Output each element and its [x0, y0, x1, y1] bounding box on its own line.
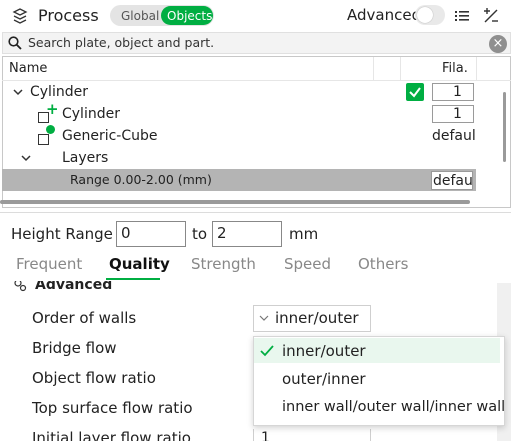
to-label: to [192, 225, 208, 243]
active-tab-underline [106, 278, 160, 280]
initial-layer-flow-input[interactable] [253, 429, 371, 441]
tab-others[interactable]: Others [358, 257, 408, 272]
dropdown-option-inner-outer-inner[interactable]: inner wall/outer wall/inner wall [282, 400, 505, 415]
height-range-label: Height Range [11, 225, 113, 243]
setting-label-order-of-walls: Order of walls [32, 309, 137, 327]
filament-field[interactable]: 1 [432, 83, 474, 101]
column-divider [373, 57, 374, 80]
advanced-label: Advanced [347, 6, 422, 24]
search-icon [8, 36, 22, 50]
list-item[interactable]: Cylinder [62, 107, 120, 121]
clear-search-icon[interactable]: × [489, 35, 507, 53]
search-input[interactable]: Search plate, object and part. [28, 36, 214, 50]
chevron-down-icon[interactable] [20, 152, 32, 164]
advanced-section-icon [14, 281, 27, 292]
dropdown-option-inner-outer[interactable]: inner/outer [282, 344, 366, 359]
modifier-dot-icon [46, 125, 55, 134]
tab-frequent[interactable]: Frequent [16, 257, 82, 272]
check-icon [260, 345, 274, 357]
setting-label-initial-layer-flow-ratio: Initial layer flow ratio [32, 429, 191, 441]
objects-toggle-label[interactable]: Objects [167, 10, 212, 22]
process-title: Process [38, 6, 99, 25]
vertical-scrollbar[interactable] [503, 92, 506, 162]
setting-label-object-flow-ratio: Object flow ratio [32, 369, 156, 387]
dropdown-option-outer-inner[interactable]: outer/inner [282, 372, 366, 387]
initial-layer-flow-value: 1 [261, 430, 270, 441]
list-settings-icon[interactable] [454, 8, 470, 24]
filament-field[interactable]: default [431, 171, 473, 190]
process-layers-icon [12, 8, 28, 24]
global-toggle-label[interactable]: Global [121, 10, 159, 22]
setting-label-bridge-flow: Bridge flow [32, 339, 117, 357]
filament-field[interactable]: 1 [432, 105, 474, 123]
tab-quality[interactable]: Quality [109, 257, 170, 272]
height-from-input[interactable]: 0 [116, 221, 186, 247]
column-divider [476, 57, 477, 80]
plus-icon: + [46, 100, 59, 118]
horizontal-scrollbar[interactable] [0, 200, 470, 204]
part-icon [38, 134, 49, 145]
check-icon [409, 87, 421, 98]
section-divider [0, 212, 511, 213]
height-to-input[interactable]: 2 [212, 221, 282, 247]
setting-label-top-surface-flow-ratio: Top surface flow ratio [32, 399, 193, 417]
list-item[interactable]: Range 0.00-2.00 (mm) [70, 173, 212, 187]
advanced-toggle-knob [417, 7, 433, 23]
compare-icon[interactable] [482, 7, 500, 25]
table-header-divider [2, 80, 511, 81]
column-divider [400, 57, 401, 80]
tab-speed[interactable]: Speed [284, 257, 331, 272]
section-title: Advanced [35, 281, 113, 293]
cut-row-clip: Initial layer flow ratio 1 [0, 429, 497, 441]
tab-strength[interactable]: Strength [191, 257, 256, 272]
chevron-down-icon[interactable] [12, 86, 24, 98]
chevron-down-icon [259, 315, 269, 321]
list-item[interactable]: Cylinder [30, 85, 88, 99]
section-header-clip: Advanced [0, 281, 497, 293]
column-header-filament[interactable]: Fila. [442, 62, 468, 75]
unit-label: mm [289, 225, 319, 243]
list-item[interactable]: Generic-Cube [62, 129, 158, 143]
order-of-walls-value: inner/outer [275, 309, 359, 327]
filament-value[interactable]: default [432, 129, 476, 143]
column-header-name[interactable]: Name [9, 62, 47, 75]
list-item[interactable]: Layers [62, 151, 108, 165]
